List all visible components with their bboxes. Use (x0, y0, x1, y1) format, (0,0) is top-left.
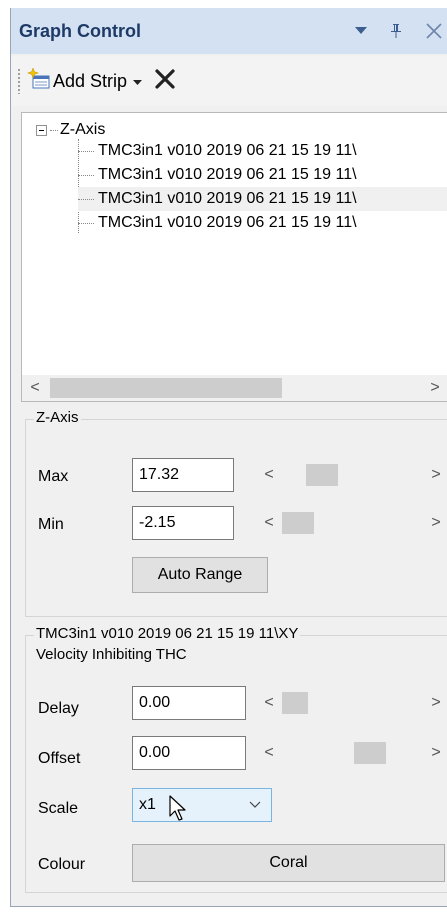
dropdown-icon[interactable] (355, 27, 367, 35)
close-icon[interactable] (425, 22, 443, 40)
slider-right-icon[interactable]: > (423, 466, 447, 484)
max-label: Max (38, 468, 69, 485)
add-strip-button[interactable]: Add Strip (27, 67, 143, 94)
auto-range-button[interactable]: Auto Range (132, 557, 268, 593)
offset-label: Offset (38, 750, 81, 767)
graph-control-panel: Graph Control Add Strip Z-Axis TMC3in1 v… (10, 8, 447, 907)
pin-icon[interactable] (389, 23, 403, 39)
scroll-thumb[interactable] (50, 378, 282, 398)
colour-button[interactable]: Coral (132, 844, 445, 882)
delay-input[interactable]: 0.00 (132, 686, 246, 720)
slider-left-icon[interactable]: < (256, 514, 282, 532)
slider-right-icon[interactable]: > (423, 694, 447, 712)
offset-slider[interactable]: < > (256, 742, 447, 764)
slider-left-icon[interactable]: < (256, 744, 282, 762)
offset-input[interactable]: 0.00 (132, 736, 246, 770)
scroll-right-icon[interactable]: > (422, 379, 447, 397)
series-subtitle: Velocity Inhibiting THC (36, 646, 187, 663)
scale-value: x1 (139, 796, 156, 813)
min-input[interactable]: -2.15 (132, 506, 234, 540)
scroll-left-icon[interactable]: < (22, 379, 48, 397)
mouse-cursor-icon (169, 795, 189, 828)
slider-thumb[interactable] (354, 742, 386, 764)
slider-right-icon[interactable]: > (423, 744, 447, 762)
tree-item[interactable]: TMC3in1 v010 2019 06 21 15 19 11\ (78, 139, 447, 163)
slider-right-icon[interactable]: > (423, 514, 447, 532)
tree-item-label: TMC3in1 v010 2019 06 21 15 19 11\ (98, 214, 357, 231)
min-slider[interactable]: < > (256, 512, 447, 534)
slider-left-icon[interactable]: < (256, 694, 282, 712)
colour-label: Colour (38, 856, 86, 873)
series-group: TMC3in1 v010 2019 06 21 15 19 11\XY Velo… (25, 625, 447, 893)
strip-tree[interactable]: Z-Axis TMC3in1 v010 2019 06 21 15 19 11\… (21, 112, 447, 402)
tree-item[interactable]: TMC3in1 v010 2019 06 21 15 19 11\ (78, 163, 447, 187)
chevron-down-icon (249, 796, 261, 814)
tree-horizontal-scrollbar[interactable]: < > (22, 375, 447, 401)
scroll-track[interactable] (48, 375, 422, 401)
toolbar-grip[interactable] (17, 68, 21, 94)
tree-node-z-axis[interactable]: Z-Axis (36, 121, 105, 139)
delay-slider[interactable]: < > (256, 692, 447, 714)
panel-title-bar: Graph Control (11, 8, 447, 54)
series-group-title: TMC3in1 v010 2019 06 21 15 19 11\XY (34, 625, 301, 642)
min-label: Min (38, 516, 64, 533)
panel-title: Graph Control (19, 20, 141, 41)
slider-thumb[interactable] (306, 464, 338, 486)
tree-item-label: TMC3in1 v010 2019 06 21 15 19 11\ (98, 142, 357, 159)
add-strip-label: Add Strip (53, 70, 128, 91)
axis-group: Z-Axis Max 17.32 < > Min -2.15 < > Auto … (25, 409, 447, 617)
chevron-down-icon (133, 73, 143, 90)
tree-item-selected[interactable]: TMC3in1 v010 2019 06 21 15 19 11\ (78, 187, 447, 211)
scale-label: Scale (38, 800, 79, 817)
slider-thumb[interactable] (282, 512, 314, 534)
tree-item[interactable]: TMC3in1 v010 2019 06 21 15 19 11\ (78, 211, 447, 235)
toolbar: Add Strip (11, 56, 447, 106)
collapse-icon[interactable] (36, 124, 47, 136)
scale-dropdown[interactable]: x1 (132, 788, 272, 822)
tree-item-label: TMC3in1 v010 2019 06 21 15 19 11\ (98, 166, 357, 183)
add-strip-icon (27, 67, 51, 94)
tree-node-label: Z-Axis (60, 121, 106, 138)
slider-left-icon[interactable]: < (256, 466, 282, 484)
slider-thumb[interactable] (282, 692, 308, 714)
tree-item-label: TMC3in1 v010 2019 06 21 15 19 11\ (98, 190, 357, 207)
max-input[interactable]: 17.32 (132, 458, 234, 492)
delay-label: Delay (38, 700, 79, 717)
max-slider[interactable]: < > (256, 464, 447, 486)
delete-icon[interactable] (154, 68, 176, 94)
axis-group-title: Z-Axis (34, 409, 81, 426)
